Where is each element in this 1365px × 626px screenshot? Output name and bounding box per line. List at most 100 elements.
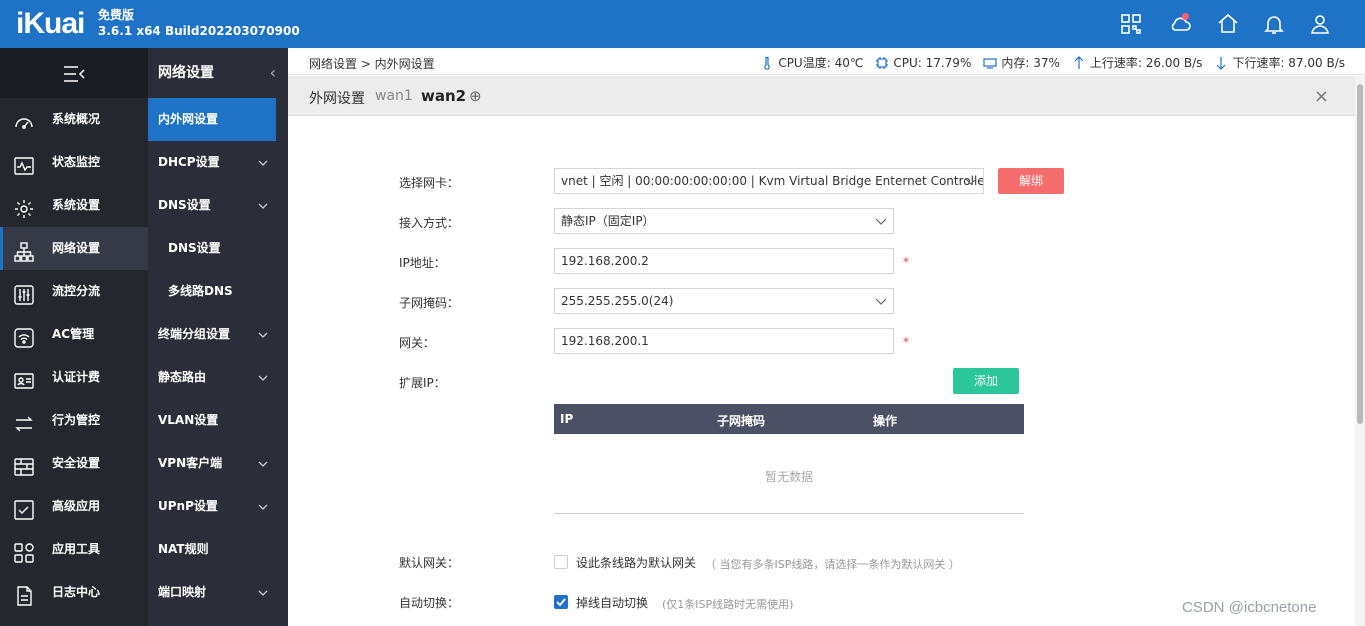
subnav-item[interactable]: UPnP设置 bbox=[148, 485, 288, 528]
sidebar-item-label: 安全设置 bbox=[52, 456, 101, 470]
default-gw-hint: （ 当您有多条ISP线路，请选择一条作为默认网关 ） bbox=[705, 558, 960, 571]
subnav-item[interactable]: NAT规则 bbox=[148, 528, 288, 571]
tab-bar-title: 外网设置 bbox=[309, 91, 365, 107]
add-wan-icon[interactable]: ⊕ bbox=[469, 87, 482, 105]
firewall-icon bbox=[13, 453, 35, 476]
subnav-item[interactable]: 端口映射 bbox=[148, 571, 288, 614]
subnav-title: 网络设置 ‹ bbox=[148, 48, 288, 98]
subnav-item[interactable]: 静态路由 bbox=[148, 356, 288, 399]
sidebar-item-sliders[interactable]: 流控分流 bbox=[0, 270, 148, 313]
sidebar-item-label: 应用工具 bbox=[52, 542, 101, 556]
nic-select-value: vnet | 空闲 | 00:00:00:00:00:00 | Kvm Virt… bbox=[561, 174, 984, 188]
subnav-subitem[interactable]: DNS设置 bbox=[148, 227, 288, 270]
notification-dot bbox=[1182, 13, 1189, 20]
upload-text: 上行速率: 26.00 B/s bbox=[1089, 56, 1203, 70]
sidebar-item-network[interactable]: 网络设置 bbox=[0, 227, 148, 270]
mask-select[interactable]: 255.255.255.0(24) bbox=[554, 288, 894, 314]
auto-switch-checkbox[interactable] bbox=[554, 595, 568, 609]
sidebar-item-id-card[interactable]: 认证计费 bbox=[0, 356, 148, 399]
sub-sidebar: 网络设置 ‹ 内外网设置 DHCP设置 DNS设置 DNS设置 多线路DNS 终端分组设置… bbox=[148, 48, 432, 626]
subnav-item-label: UPnP设置 bbox=[158, 499, 218, 513]
ext-ip-table-header: IP 子网掩码 操作 bbox=[554, 404, 1024, 434]
required-mark: * bbox=[903, 255, 909, 269]
sidebar-item-tools[interactable]: 应用工具 bbox=[0, 528, 148, 571]
subnav-item[interactable]: VLAN设置 bbox=[148, 399, 288, 442]
system-stats: CPU温度: 40℃ CPU: 17.79% 内存: 37% 上行速率: 26.… bbox=[760, 54, 1345, 71]
column-header-action: 操作 bbox=[873, 414, 898, 428]
gateway-input[interactable]: 192.168.200.1 bbox=[554, 328, 894, 354]
default-gw-checkbox[interactable] bbox=[554, 555, 568, 569]
subnav-item[interactable]: DNS设置 bbox=[148, 184, 288, 227]
user-icon[interactable] bbox=[1308, 12, 1332, 36]
sidebar-item-checklist[interactable]: 高级应用 bbox=[0, 485, 148, 528]
sidebar-item-label: 状态监控 bbox=[52, 155, 101, 169]
cpu-text: CPU: 17.79% bbox=[893, 55, 972, 70]
sidebar-item-monitor[interactable]: 状态监控 bbox=[0, 141, 148, 184]
sidebar-item-label: 流控分流 bbox=[52, 284, 101, 298]
sidebar-item-firewall[interactable]: 安全设置 bbox=[0, 442, 148, 485]
subnav-subitem[interactable]: 多线路DNS bbox=[148, 270, 288, 313]
gateway-input-value: 192.168.200.1 bbox=[561, 334, 649, 348]
nic-label: 选择网卡： bbox=[399, 176, 460, 190]
add-ext-ip-button[interactable]: 添加 bbox=[953, 368, 1019, 394]
auto-switch-check-label[interactable]: 掉线自动切换 bbox=[576, 594, 648, 611]
sliders-icon bbox=[13, 281, 35, 305]
sidebar-item-arrows[interactable]: 行为管控 bbox=[0, 399, 148, 442]
main-panel: 网络设置 > 内外网设置 CPU温度: 40℃ CPU: 17.79% 内存: … bbox=[288, 48, 1365, 626]
ip-input[interactable]: 192.168.200.2 bbox=[554, 248, 894, 274]
menu-toggle[interactable] bbox=[0, 48, 148, 98]
chevron-down-icon bbox=[258, 332, 268, 338]
collapse-arrow-icon[interactable]: ‹ bbox=[270, 48, 276, 98]
apps-grid-icon[interactable] bbox=[1119, 12, 1143, 36]
download-text: 下行速率: 87.00 B/s bbox=[1232, 56, 1345, 70]
close-icon[interactable]: × bbox=[1314, 86, 1329, 107]
sidebar-item-label: 行为管控 bbox=[52, 413, 101, 427]
tab-wan1[interactable]: wan1 bbox=[375, 88, 413, 104]
tab-wan2[interactable]: wan2 bbox=[421, 87, 466, 105]
sidebar-item-wifi[interactable]: AC管理 bbox=[0, 313, 148, 356]
sidebar-item-gear[interactable]: 系统设置 bbox=[0, 184, 148, 227]
sidebar-item-label: 日志中心 bbox=[52, 585, 101, 599]
thermometer-icon bbox=[764, 56, 771, 70]
bell-icon[interactable] bbox=[1262, 12, 1286, 36]
upload-stat: 上行速率: 26.00 B/s bbox=[1072, 54, 1203, 71]
info-bar: 网络设置 > 内外网设置 CPU温度: 40℃ CPU: 17.79% 内存: … bbox=[288, 48, 1365, 75]
main-sidebar: 系统概况状态监控系统设置网络设置流控分流 AC管理 认证计费行为管控安全设置高级应用… bbox=[0, 48, 148, 626]
main-scrollbar-thumb[interactable] bbox=[1357, 84, 1363, 424]
default-gw-check-label[interactable]: 设此条线路为默认网关 bbox=[576, 554, 696, 571]
subnav-title-text: 网络设置 bbox=[158, 65, 214, 81]
chevron-down-icon bbox=[258, 590, 268, 596]
column-header-mask: 子网掩码 bbox=[717, 414, 766, 428]
subnav-item[interactable]: VPN客户端 bbox=[148, 442, 288, 485]
sidebar-item-log[interactable]: 日志中心 bbox=[0, 571, 148, 614]
chevron-down-icon bbox=[258, 160, 268, 166]
subnav-item[interactable]: DHCP设置 bbox=[148, 141, 288, 184]
subnav-item-label: 终端分组设置 bbox=[158, 327, 231, 341]
cpu-temp-stat: CPU温度: 40℃ bbox=[760, 54, 863, 71]
auto-switch-hint: (仅1条ISP线路时无需使用) bbox=[662, 598, 794, 611]
top-bar: iKuai 免费版 3.6.1 x64 Build202203070900 bbox=[0, 0, 1365, 48]
auto-switch-label: 自动切换： bbox=[399, 596, 460, 610]
ext-ip-empty: 暂无数据 bbox=[554, 434, 1024, 514]
subnav-item-label: VPN客户端 bbox=[158, 456, 223, 470]
nic-select[interactable]: vnet | 空闲 | 00:00:00:00:00:00 | Kvm Virt… bbox=[554, 168, 984, 194]
subnav-item-label: DNS设置 bbox=[168, 241, 221, 255]
arrow-down-icon bbox=[1217, 56, 1226, 70]
unbind-button[interactable]: 解绑 bbox=[998, 168, 1064, 194]
mode-select[interactable]: 静态IP（固定IP） bbox=[554, 208, 894, 234]
subnav-item-label: 静态路由 bbox=[158, 370, 207, 384]
menu-collapse-icon bbox=[64, 66, 85, 82]
subnav-item[interactable]: 内外网设置 bbox=[148, 98, 276, 141]
main-scrollbar[interactable] bbox=[1355, 76, 1365, 626]
mode-label: 接入方式： bbox=[399, 216, 460, 230]
checkmark-icon bbox=[556, 598, 566, 607]
monitor-icon bbox=[13, 152, 35, 175]
home-icon[interactable] bbox=[1216, 12, 1240, 36]
arrows-icon bbox=[13, 410, 35, 432]
mode-select-value: 静态IP（固定IP） bbox=[561, 214, 655, 228]
subnav-item[interactable]: 终端分组设置 bbox=[148, 313, 288, 356]
ext-ip-table: IP 子网掩码 操作 暂无数据 bbox=[554, 404, 1024, 514]
sidebar-item-dashboard[interactable]: 系统概况 bbox=[0, 98, 148, 141]
memory-text: 内存: 37% bbox=[1001, 56, 1060, 70]
sidebar-item-label: 网络设置 bbox=[52, 241, 101, 255]
